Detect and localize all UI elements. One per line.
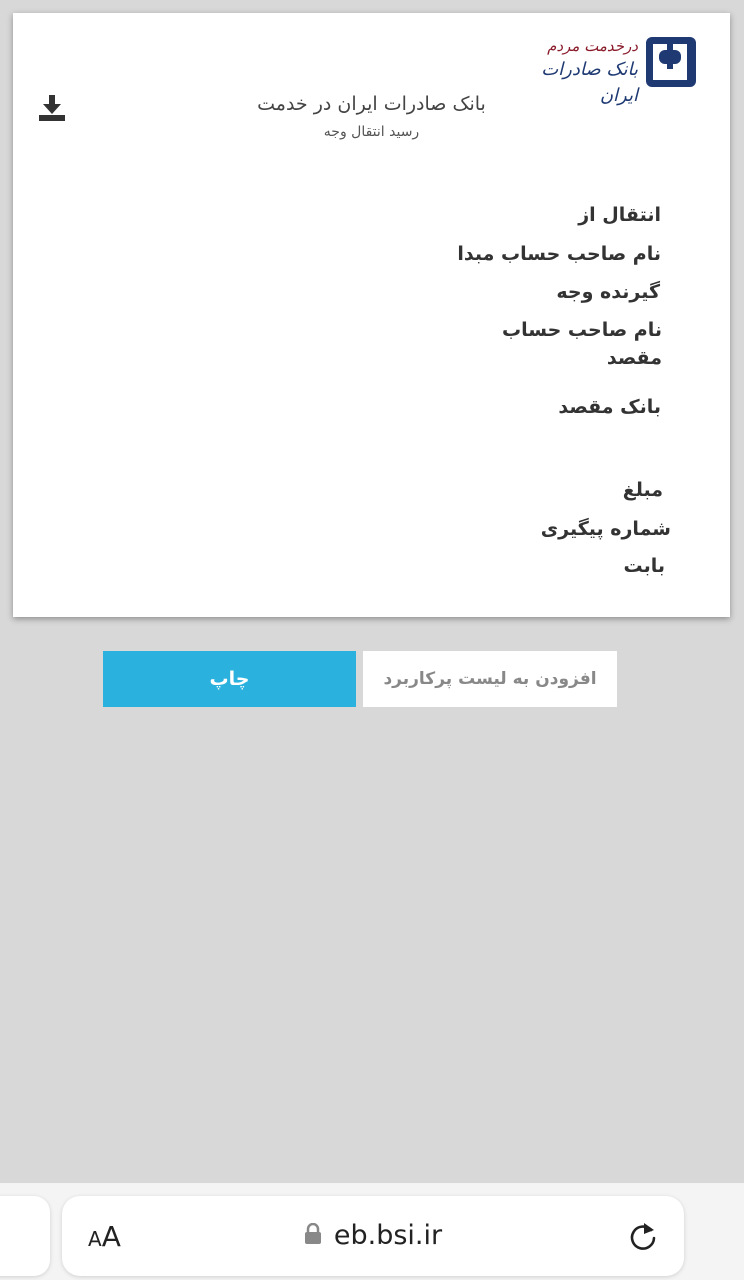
receipt-title: بانک صادرات ایران در خدمت [257, 93, 486, 115]
previous-tab-card[interactable] [0, 1196, 50, 1276]
label-tracking-number: شماره پیگیری [540, 518, 671, 540]
label-recipient: گیرنده وجه [556, 281, 660, 303]
reload-icon[interactable] [628, 1220, 658, 1252]
logo-text: درخدمت مردم بانک صادرات ایران [508, 35, 638, 106]
label-dest-bank: بانک مقصد [558, 396, 661, 418]
label-amount: مبلغ [622, 479, 663, 501]
label-source-owner: نام صاحب حساب مبدا [457, 243, 661, 265]
receipt-card: درخدمت مردم بانک صادرات ایران بانک صادرا… [13, 13, 730, 617]
label-purpose: بابت [623, 555, 665, 577]
url-display[interactable]: eb.bsi.ir [62, 1218, 684, 1254]
bank-logo-icon [646, 37, 696, 87]
browser-bottom-bar: AA eb.bsi.ir [0, 1183, 744, 1280]
add-to-favorites-button[interactable]: افزودن به لیست پرکاربرد [363, 651, 617, 707]
address-bar[interactable]: AA eb.bsi.ir [62, 1196, 684, 1276]
logo-slogan: درخدمت مردم [547, 37, 638, 55]
lock-icon [304, 1222, 321, 1244]
label-transfer-from: انتقال از [578, 204, 661, 226]
bank-logo: درخدمت مردم بانک صادرات ایران [506, 35, 696, 106]
label-dest-owner: نام صاحب حساب مقصد [502, 319, 662, 369]
receipt-subtitle: رسید انتقال وجه [323, 124, 420, 140]
print-button[interactable]: چاپ [103, 651, 356, 707]
url-text: eb.bsi.ir [333, 1220, 443, 1251]
